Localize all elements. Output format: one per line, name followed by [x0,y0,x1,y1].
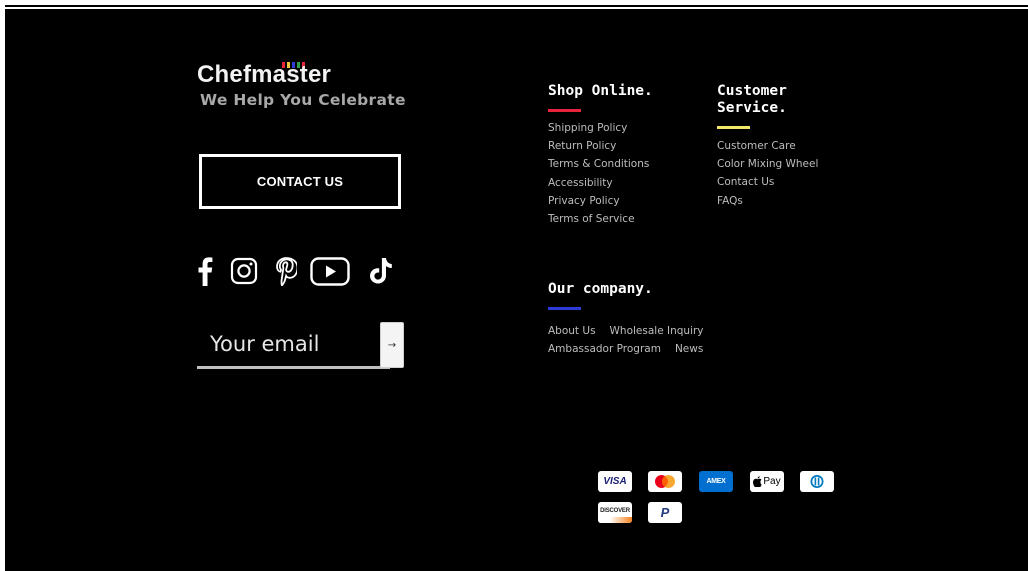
newsletter-form: → [197,322,404,369]
tiktok-icon[interactable] [368,256,394,290]
amex-icon: AMEX [699,471,733,492]
diners-club-icon [800,471,834,492]
link-privacy-policy[interactable]: Privacy Policy [548,192,649,210]
link-color-mixing-wheel[interactable]: Color Mixing Wheel [717,155,818,173]
customer-service-title-line1: Customer [717,83,787,99]
brand-logo[interactable]: Chefmaster [197,53,377,88]
email-input[interactable] [197,322,390,369]
instagram-icon[interactable] [230,257,258,289]
our-company-links-row2: Ambassador Program News [548,337,808,356]
customer-service-links: Customer Care Color Mixing Wheel Contact… [717,137,818,210]
email-submit-button[interactable]: → [380,322,404,368]
our-company-accent-bar [548,307,581,310]
social-links [197,256,407,290]
customer-service-title-line2: Service. [717,100,787,116]
contact-us-button[interactable]: CONTACT US [199,154,401,209]
link-ambassador-program[interactable]: Ambassador Program [548,343,661,355]
link-return-policy[interactable]: Return Policy [548,137,649,155]
link-contact-us[interactable]: Contact Us [717,173,818,191]
link-accessibility[interactable]: Accessibility [548,174,649,192]
link-wholesale-inquiry[interactable]: Wholesale Inquiry [610,325,704,337]
paypal-icon: P [648,502,682,523]
link-customer-care[interactable]: Customer Care [717,137,818,155]
our-company-title: Our company. [548,281,653,297]
pinterest-icon[interactable] [275,257,299,291]
link-faqs[interactable]: FAQs [717,192,818,210]
shop-online-accent-bar [548,109,581,112]
apple-pay-icon: Pay [750,471,784,492]
customer-service-accent-bar [717,126,750,129]
shop-online-links: Shipping Policy Return Policy Terms & Co… [548,119,649,228]
link-news[interactable]: News [675,343,703,355]
discover-icon: DISCOVER [598,502,632,523]
mastercard-icon [648,471,682,492]
site-footer: Chefmaster We Help You Celebrate CONTACT… [5,9,1028,571]
link-terms-conditions[interactable]: Terms & Conditions [548,155,649,173]
youtube-icon[interactable] [310,257,350,290]
customer-service-title: Customer Service. [717,83,787,117]
our-company-links-row1: About Us Wholesale Inquiry [548,319,808,338]
link-terms-of-service[interactable]: Terms of Service [548,210,649,228]
logo-text: Chefmaster [197,61,332,88]
link-about-us[interactable]: About Us [548,325,596,337]
facebook-icon[interactable] [197,256,213,290]
visa-icon: VISA [598,471,632,492]
link-shipping-policy[interactable]: Shipping Policy [548,119,649,137]
top-divider [5,5,1028,7]
shop-online-title: Shop Online. [548,83,653,99]
brand-tagline: We Help You Celebrate [200,91,406,109]
